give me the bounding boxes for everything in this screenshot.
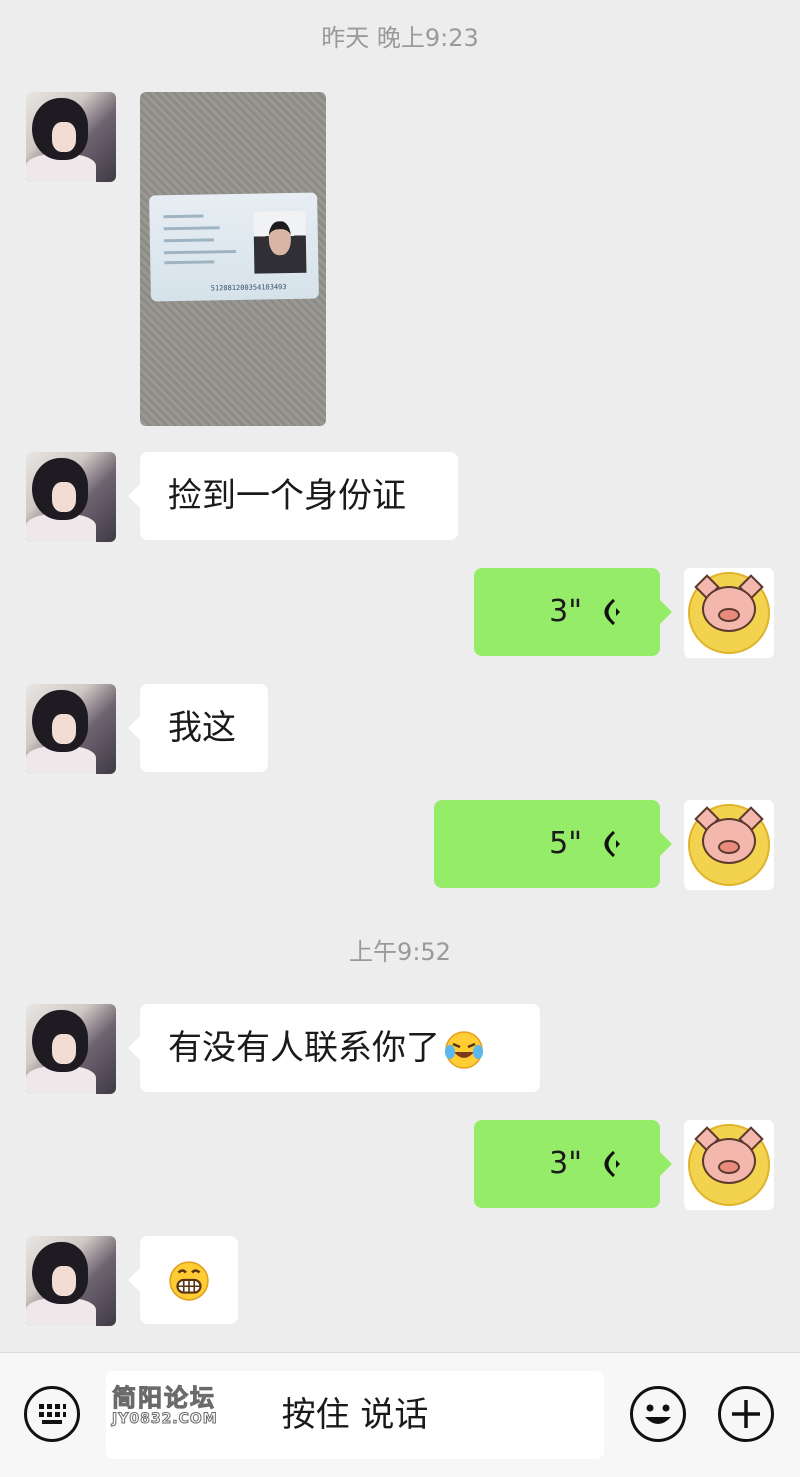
voice-message[interactable]: 3" (474, 1120, 672, 1208)
my-avatar[interactable] (684, 1120, 774, 1210)
text-message[interactable]: 我这 (128, 684, 268, 772)
voice-duration: 3" (549, 1146, 582, 1181)
id-card-image: 512081200354103493 (149, 192, 319, 302)
keyboard-toggle-button[interactable] (24, 1386, 80, 1442)
contact-avatar[interactable] (26, 92, 116, 182)
text-message[interactable]: 有没有人联系你了 (128, 1004, 540, 1092)
contact-avatar[interactable] (26, 1236, 116, 1326)
keyboard-icon (39, 1404, 66, 1424)
voice-wave-icon (604, 1150, 620, 1178)
emoji-message[interactable] (128, 1236, 238, 1324)
voice-wave-icon (604, 598, 620, 626)
text-message[interactable]: 捡到一个身份证 (128, 452, 458, 540)
voice-duration: 3" (549, 594, 582, 629)
watermark-title: 简阳论坛 (112, 1384, 216, 1413)
contact-avatar[interactable] (26, 684, 116, 774)
message-text: 有没有人联系你了 (168, 1028, 440, 1068)
watermark-url: JY0832.COM (112, 1411, 218, 1428)
voice-message[interactable]: 5" (434, 800, 672, 888)
my-avatar[interactable] (684, 568, 774, 658)
timestamp: 上午9:52 (349, 938, 451, 966)
emoji-icon (645, 1404, 671, 1424)
my-avatar[interactable] (684, 800, 774, 890)
voice-wave-icon (604, 830, 620, 858)
voice-duration: 5" (549, 826, 582, 861)
forum-watermark: 简阳论坛 JY0832.COM (112, 1378, 218, 1428)
grin-emoji-icon (169, 1261, 209, 1301)
more-button[interactable] (718, 1386, 774, 1442)
chat-area[interactable]: 昨天 晚上9:23 512081200354103493 捡到一个身份证 3" (0, 0, 800, 1352)
id-card-number: 512081200354103493 (210, 283, 287, 293)
contact-avatar[interactable] (26, 1004, 116, 1094)
photo-message[interactable]: 512081200354103493 (140, 92, 326, 426)
emoji-button[interactable] (630, 1386, 686, 1442)
plus-icon (732, 1400, 760, 1428)
message-text: 捡到一个身份证 (168, 476, 406, 516)
timestamp: 昨天 晚上9:23 (321, 24, 479, 52)
contact-avatar[interactable] (26, 452, 116, 542)
laugh-cry-emoji-icon (445, 1030, 483, 1069)
voice-message[interactable]: 3" (474, 568, 672, 656)
message-text: 我这 (168, 708, 236, 748)
